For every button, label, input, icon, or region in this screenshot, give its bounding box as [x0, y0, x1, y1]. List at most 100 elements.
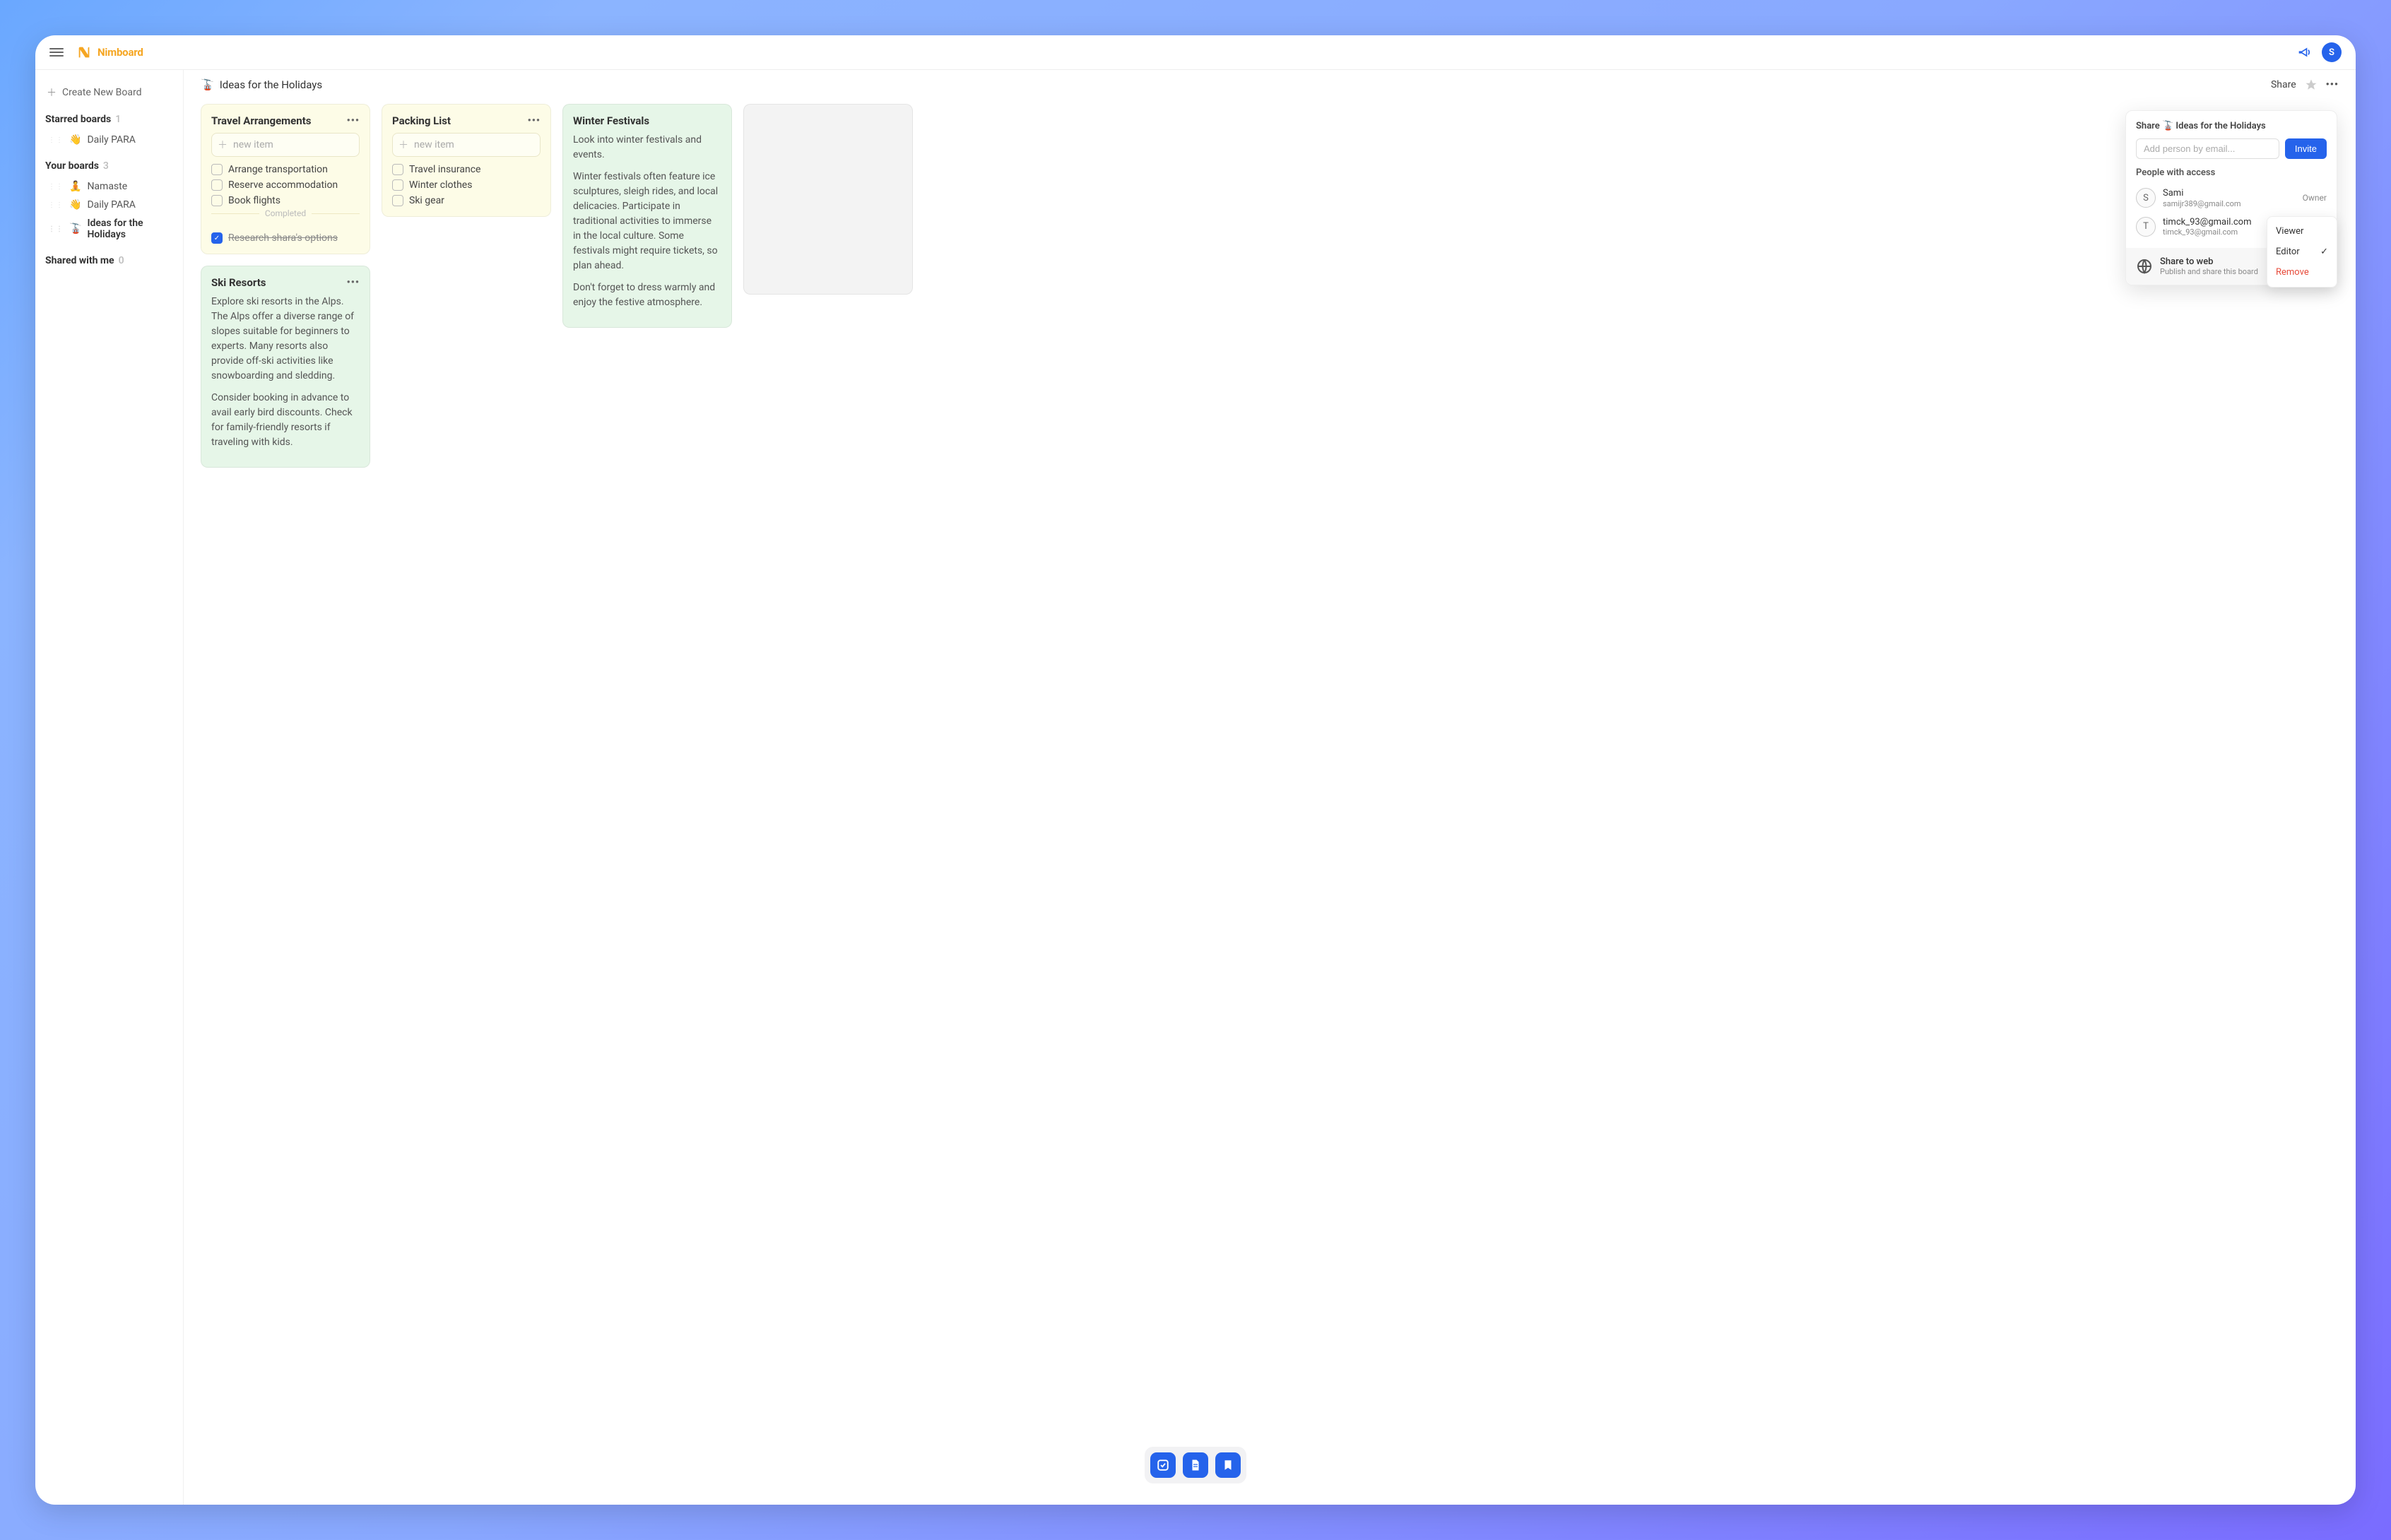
your-boards-label: Your boards 3	[45, 160, 173, 172]
checkbox[interactable]	[211, 195, 223, 206]
create-board-button[interactable]: ＋ Create New Board	[45, 83, 173, 102]
check-item[interactable]: Travel insurance	[392, 164, 541, 175]
topbar: Nimboard S	[35, 35, 2356, 70]
checkbox[interactable]	[392, 195, 403, 206]
plus-icon: ＋	[398, 138, 408, 152]
sidebar-item-label: Daily PARA	[87, 134, 136, 146]
new-item-placeholder: new item	[233, 139, 273, 150]
check-item[interactable]: Winter clothes	[392, 179, 541, 191]
card-title: Ski Resorts	[211, 276, 266, 289]
app-window: Nimboard S ＋ Create New Board Starred bo…	[35, 35, 2356, 1505]
card-title: Travel Arrangements	[211, 114, 311, 127]
sidebar-item-emoji: 🧘	[69, 181, 81, 192]
check-item[interactable]: Ski gear	[392, 195, 541, 206]
check-item[interactable]: Book flights	[211, 195, 360, 206]
card-text: Explore ski resorts in the Alps. The Alp…	[211, 295, 360, 384]
card-title: Winter Festivals	[573, 114, 649, 127]
card-text: Look into winter festivals and events.	[573, 133, 721, 162]
drag-icon: ⋮⋮	[48, 183, 64, 191]
dropdown-item-editor[interactable]: Editor ✓	[2267, 242, 2337, 262]
card-text: Consider booking in advance to avail ear…	[211, 391, 360, 450]
person-role: Owner	[2303, 193, 2327, 203]
document-icon	[1189, 1459, 1202, 1471]
drag-icon: ⋮⋮	[48, 225, 64, 233]
check-label: Arrange transportation	[228, 164, 328, 175]
create-board-label: Create New Board	[62, 87, 141, 98]
invite-button[interactable]: Invite	[2285, 138, 2327, 159]
card-travel-arrangements[interactable]: Travel Arrangements ••• ＋ new item Arr	[201, 104, 370, 254]
sidebar-item-label: Ideas for the Holidays	[87, 218, 170, 240]
check-label: Research shara's options	[228, 232, 338, 244]
sidebar-item-emoji: 👋	[69, 199, 81, 211]
role-dropdown-menu: Viewer Editor ✓ Remove	[2267, 216, 2337, 288]
card-winter-festivals[interactable]: Winter Festivals Look into winter festiv…	[562, 104, 732, 328]
floating-toolbar	[1145, 1447, 1246, 1483]
check-item[interactable]: Reserve accommodation	[211, 179, 360, 191]
person-name: Sami	[2163, 188, 2296, 199]
check-item-completed[interactable]: ✓ Research shara's options	[211, 232, 360, 244]
sidebar-item-label: Namaste	[87, 181, 127, 192]
share-web-title: Share to web	[2160, 256, 2258, 267]
person-avatar: T	[2136, 217, 2156, 237]
check-icon: ✓	[2320, 247, 2328, 257]
toolbar-bookmark-button[interactable]	[1215, 1452, 1241, 1478]
more-icon[interactable]: •••	[2326, 79, 2339, 90]
logo-icon	[76, 45, 92, 60]
invite-email-input[interactable]	[2136, 138, 2279, 159]
logo[interactable]: Nimboard	[76, 45, 143, 60]
plus-icon: ＋	[218, 138, 228, 152]
toolbar-checklist-button[interactable]	[1150, 1452, 1176, 1478]
dropdown-item-viewer[interactable]: Viewer	[2267, 221, 2337, 242]
starred-boards-label: Starred boards 1	[45, 114, 173, 125]
user-avatar[interactable]: S	[2322, 42, 2342, 62]
toolbar-document-button[interactable]	[1183, 1452, 1208, 1478]
check-label: Book flights	[228, 195, 281, 206]
checkbox[interactable]	[392, 179, 403, 191]
share-panel-title: Share 🚡 Ideas for the Holidays	[2136, 121, 2327, 131]
drag-icon: ⋮⋮	[48, 136, 64, 144]
card-more-icon[interactable]: •••	[528, 115, 541, 126]
share-button[interactable]: Share	[2271, 79, 2296, 90]
checkbox[interactable]	[392, 164, 403, 175]
person-avatar: S	[2136, 188, 2156, 208]
globe-icon	[2136, 258, 2153, 275]
star-icon[interactable]	[2305, 78, 2318, 91]
sidebar-item-label: Daily PARA	[87, 199, 136, 211]
card-ski-resorts[interactable]: Ski Resorts ••• Explore ski resorts in t…	[201, 266, 370, 468]
check-label: Ski gear	[409, 195, 444, 206]
share-web-subtitle: Publish and share this board	[2160, 267, 2258, 276]
card-packing-list[interactable]: Packing List ••• ＋ new item Travel insur…	[382, 104, 551, 217]
card-more-icon[interactable]: •••	[347, 277, 360, 288]
checkbox-checked[interactable]: ✓	[211, 232, 223, 244]
check-label: Travel insurance	[409, 164, 480, 175]
sidebar-item-emoji: 👋	[69, 134, 81, 146]
main: 🚡 Ideas for the Holidays Share •••	[184, 70, 2356, 1505]
sidebar-item-namaste[interactable]: ⋮⋮ 🧘 Namaste	[45, 177, 173, 196]
sidebar-item-emoji: 🚡	[69, 223, 81, 235]
dropdown-item-remove[interactable]: Remove	[2267, 262, 2337, 283]
checkbox[interactable]	[211, 179, 223, 191]
check-item[interactable]: Arrange transportation	[211, 164, 360, 175]
check-label: Reserve accommodation	[228, 179, 338, 191]
megaphone-icon[interactable]	[2298, 45, 2312, 59]
card-text: Don't forget to dress warmly and enjoy t…	[573, 280, 721, 310]
new-item-input[interactable]: ＋ new item	[392, 133, 541, 157]
new-item-input[interactable]: ＋ new item	[211, 133, 360, 157]
card-more-icon[interactable]: •••	[347, 115, 360, 126]
page-title-text: Ideas for the Holidays	[220, 78, 322, 91]
menu-icon[interactable]	[49, 45, 64, 59]
card-text: Winter festivals often feature ice sculp…	[573, 170, 721, 273]
sidebar-item-ideas-holidays[interactable]: ⋮⋮ 🚡 Ideas for the Holidays	[45, 214, 173, 244]
new-item-placeholder: new item	[414, 139, 454, 150]
person-email: samijr389@gmail.com	[2163, 199, 2296, 208]
bookmark-icon	[1222, 1459, 1234, 1471]
sidebar-item-daily-para-2[interactable]: ⋮⋮ 👋 Daily PARA	[45, 196, 173, 214]
check-label: Winter clothes	[409, 179, 472, 191]
board-area: Travel Arrangements ••• ＋ new item Arr	[184, 95, 2356, 1505]
card-empty[interactable]	[743, 104, 913, 295]
checkbox[interactable]	[211, 164, 223, 175]
sidebar-item-daily-para[interactable]: ⋮⋮ 👋 Daily PARA	[45, 131, 173, 149]
sidebar: ＋ Create New Board Starred boards 1 ⋮⋮ 👋…	[35, 70, 184, 1505]
page-title: 🚡 Ideas for the Holidays	[201, 78, 322, 91]
people-access-label: People with access	[2136, 167, 2327, 178]
